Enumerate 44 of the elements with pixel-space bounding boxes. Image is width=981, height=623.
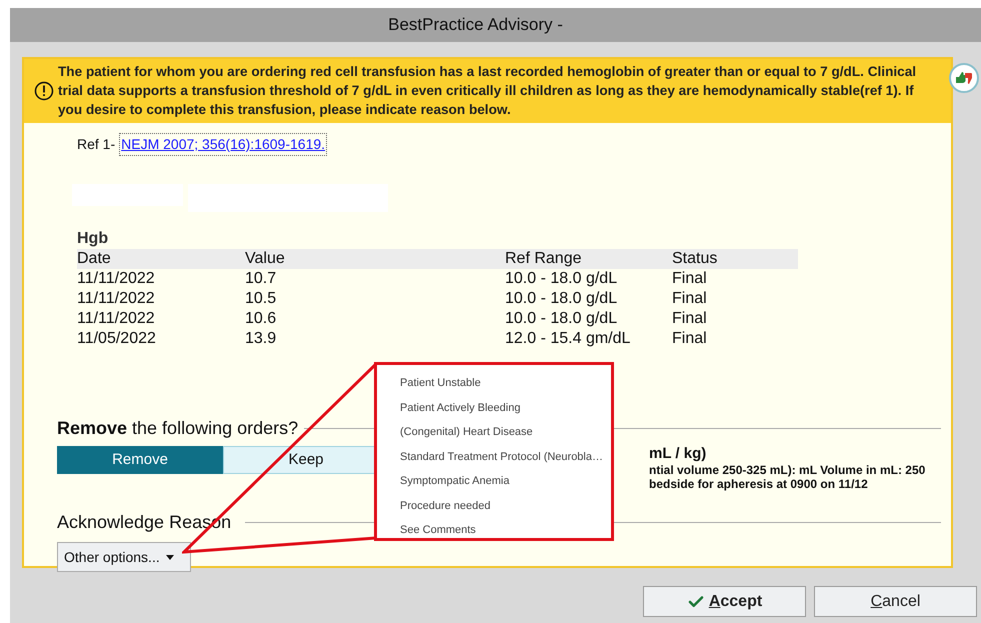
order-detail: bedside for apheresis at 0900 on 11/12 (649, 477, 868, 491)
table-cell-text: 12.0 - 15.4 gm/dL (505, 329, 632, 349)
lab-title: Hgb (77, 229, 108, 249)
table-cell-text: 10.6 (245, 309, 278, 329)
column-header: Value (245, 249, 286, 269)
table-cell-text: Final (672, 329, 708, 349)
cancel-button[interactable]: Cancel (814, 586, 977, 617)
table-cell-text: 11/11/2022 (77, 269, 156, 289)
table-cell-text: 10.7 (245, 269, 278, 289)
reference-label: Ref 1- (77, 135, 116, 154)
order-detail: mL / kg) (649, 445, 706, 463)
feedback-badge[interactable] (949, 63, 979, 93)
reason-option[interactable]: See Comments (400, 518, 476, 542)
table-cell-text: 11/11/2022 (77, 289, 156, 309)
alert-message: The patient for whom you are ordering red cell transfusion has a last recorded hemoglobin of greater than or equal to 7 g/dL. Clinical trial data supports a transfusion threshold of 7 g/dL in even critically ill children as long as they are hemodynamically stable(ref 1). If you desire to complete this transfusion, please indicate reason below. (58, 63, 918, 119)
column-header: Ref Range (505, 249, 582, 269)
reason-option[interactable]: Standard Treatment Protocol (Neurobla… (400, 444, 603, 469)
reason-option[interactable]: Symptompatic Anemia (400, 469, 510, 494)
reason-option[interactable]: Patient Unstable (400, 371, 481, 396)
window-title: BestPractice Advisory - (388, 14, 564, 36)
reason-option[interactable]: (Congenital) Heart Disease (400, 420, 533, 444)
caret-icon (166, 554, 174, 560)
accept-button[interactable]: Accept (643, 586, 806, 617)
table-cell-text: 13.9 (245, 329, 278, 349)
table-cell-text: Final (672, 269, 708, 289)
reason-option[interactable]: Procedure needed (400, 494, 491, 518)
column-header: Status (672, 249, 718, 269)
table-cell-text: Final (672, 289, 708, 309)
reason-option[interactable]: Patient Actively Bleeding (400, 396, 520, 420)
thumbs-icon (954, 71, 974, 85)
column-header: Date (77, 249, 112, 269)
table-cell-text: 11/11/2022 (77, 309, 156, 329)
table-cell-text: 10.0 - 18.0 g/dL (505, 309, 618, 329)
segment-button[interactable]: Remove (57, 446, 223, 474)
table-cell-text: 10.5 (245, 289, 278, 309)
remove-orders-heading: Remove the following orders? (57, 417, 298, 440)
table-cell-text: 11/05/2022 (77, 329, 157, 349)
table-cell-text: Final (672, 309, 708, 329)
reason-dropdown[interactable]: Other options... (57, 542, 191, 572)
exclamation-icon (34, 80, 54, 100)
table-cell-text: 10.0 - 18.0 g/dL (505, 289, 618, 309)
order-detail: ntial volume 250-325 mL): mL Volume in mL: 250 (649, 463, 926, 477)
reference-link[interactable]: NEJM 2007; 356(16):1609-1619. (119, 133, 328, 156)
table-cell-text: 10.0 - 18.0 g/dL (505, 269, 618, 289)
